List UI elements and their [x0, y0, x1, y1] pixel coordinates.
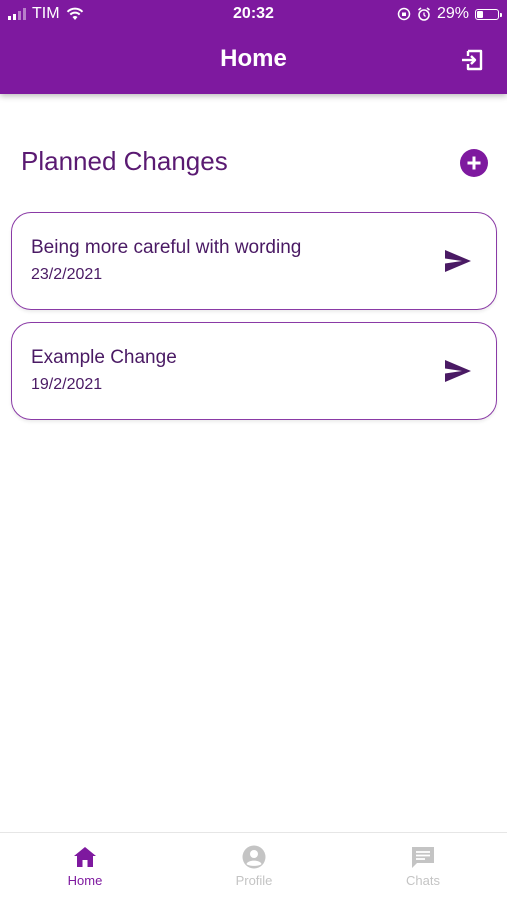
home-icon [74, 847, 96, 867]
nav-chats[interactable]: Chats [363, 845, 483, 888]
change-date: 23/2/2021 [31, 266, 103, 283]
bottom-nav: Home Profile Chats [0, 832, 507, 901]
nav-profile-label: Profile [235, 873, 273, 888]
nav-chats-label: Chats [406, 873, 440, 888]
plus-icon [467, 156, 481, 170]
battery-icon [475, 8, 502, 20]
orientation-lock-icon [397, 7, 411, 21]
battery-percent: 29% [436, 5, 469, 22]
section-title: Planned Changes [21, 146, 228, 176]
alarm-icon [418, 7, 430, 21]
change-title: Being more careful with wording [31, 237, 302, 258]
status-bar: TIM 20:32 29% [0, 0, 507, 28]
status-right: 29% [397, 5, 502, 23]
change-card[interactable]: Example Change 19/2/2021 [11, 322, 497, 420]
account-circle-icon [242, 845, 266, 869]
add-change-button[interactable] [460, 149, 488, 177]
logout-icon[interactable] [459, 47, 485, 73]
page-title: Home [220, 45, 287, 72]
change-date: 19/2/2021 [31, 376, 103, 393]
send-icon[interactable] [444, 249, 472, 273]
change-title: Example Change [31, 347, 177, 368]
change-card[interactable]: Being more careful with wording 23/2/202… [11, 212, 497, 310]
nav-home[interactable]: Home [25, 845, 145, 888]
battery-fill [477, 10, 483, 18]
chat-icon [412, 847, 434, 868]
nav-home-label: Home [67, 873, 103, 888]
send-icon[interactable] [444, 359, 472, 383]
nav-profile[interactable]: Profile [194, 845, 314, 888]
app-header: TIM 20:32 29% Home [0, 0, 507, 94]
